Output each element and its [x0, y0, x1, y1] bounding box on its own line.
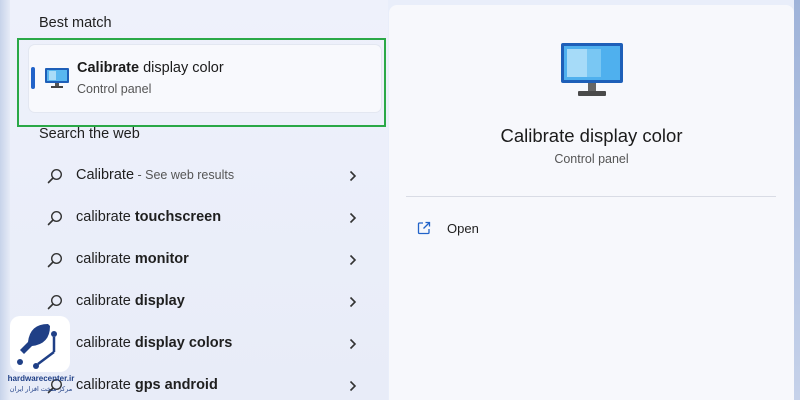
chevron-right-icon — [349, 212, 357, 224]
open-action-label: Open — [447, 221, 479, 236]
search-icon — [47, 294, 63, 310]
best-match-heading: Best match — [39, 15, 112, 31]
logo-mark-icon — [10, 316, 70, 372]
web-result-label: calibrate display — [76, 293, 185, 309]
web-result-label: calibrate gps android — [76, 377, 218, 393]
highlight-annotation — [17, 38, 386, 127]
web-result-label: Calibrate - See web results — [76, 167, 235, 183]
preview-pane: Calibrate display color Control panel Op… — [389, 5, 794, 400]
web-result-row[interactable]: calibrate display — [30, 283, 375, 321]
chevron-right-icon — [349, 380, 357, 392]
window-edge-right — [794, 0, 800, 400]
external-link-icon — [417, 221, 431, 235]
logo-tagline: مرکز سخت افزار ایران — [9, 386, 73, 393]
monitor-icon — [561, 43, 623, 96]
chevron-right-icon — [349, 296, 357, 308]
divider — [406, 196, 776, 197]
web-result-row[interactable]: calibrate gps android — [30, 367, 375, 400]
web-result-label: calibrate display colors — [76, 335, 233, 351]
search-icon — [47, 168, 63, 184]
web-result-row[interactable]: calibrate monitor — [30, 241, 375, 279]
search-icon — [47, 252, 63, 268]
search-icon — [47, 210, 63, 226]
search-web-heading: Search the web — [39, 126, 140, 142]
web-result-label: calibrate monitor — [76, 251, 189, 267]
open-action[interactable]: Open — [416, 217, 536, 241]
chevron-right-icon — [349, 338, 357, 350]
web-result-row[interactable]: calibrate display colors — [30, 325, 375, 363]
hardwarecenter-logo: hardwarecenter.ir مرکز سخت افزار ایران — [6, 312, 76, 398]
preview-subtitle: Control panel — [554, 152, 629, 166]
web-result-label: calibrate touchscreen — [76, 209, 222, 225]
logo-brand-text: hardwarecenter.ir — [7, 374, 75, 383]
chevron-right-icon — [349, 170, 357, 182]
web-result-row[interactable]: calibrate touchscreen — [30, 199, 375, 237]
preview-title: Calibrate display color — [500, 125, 683, 146]
chevron-right-icon — [349, 254, 357, 266]
web-result-row[interactable]: Calibrate - See web results — [30, 157, 375, 195]
